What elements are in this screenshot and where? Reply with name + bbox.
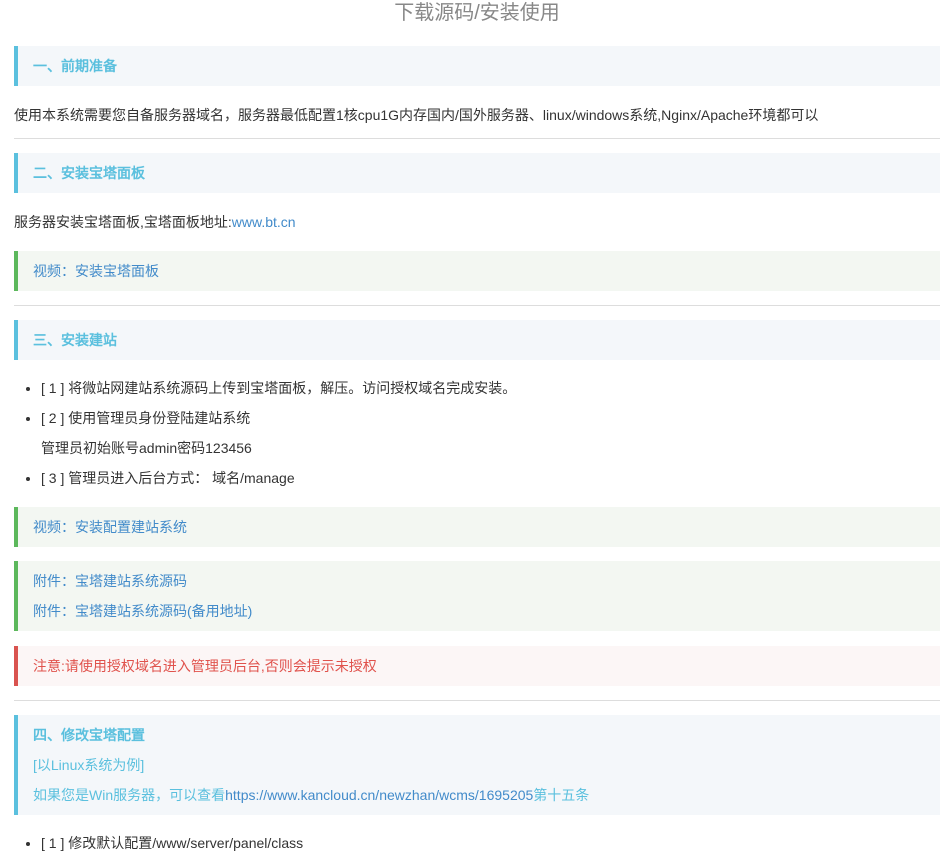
warning-box: 注意:请使用授权域名进入管理员后台,否则会提示未授权 bbox=[14, 646, 940, 686]
video-box: 视频：安装宝塔面板 bbox=[14, 251, 940, 291]
page-title: 下载源码/安装使用 bbox=[394, 2, 560, 24]
win-note: 如果您是Win服务器，可以查看https://www.kancloud.cn/n… bbox=[33, 780, 925, 810]
win-prefix: 如果您是Win服务器，可以查看 bbox=[33, 787, 226, 803]
bt-link[interactable]: www.bt.cn bbox=[232, 214, 296, 230]
section-heading-prep: 一、前期准备 bbox=[14, 46, 940, 86]
linux-note: [以Linux系统为例] bbox=[33, 757, 145, 773]
kancloud-link[interactable]: https://www.kancloud.cn/newzhan/wcms/169… bbox=[225, 787, 533, 803]
video-link-bt[interactable]: 视频：安装宝塔面板 bbox=[33, 263, 159, 279]
win-suffix: 第十五条 bbox=[533, 787, 590, 803]
admin-credentials: 管理员初始账号admin密码123456 bbox=[41, 440, 252, 456]
list-item: [ 1 ] 修改默认配置/www/server/panel/class bbox=[41, 828, 940, 858]
video-link-install[interactable]: 视频：安装配置建站系统 bbox=[33, 519, 187, 535]
video-box: 视频：安装配置建站系统 bbox=[14, 507, 940, 547]
attachment-link-backup[interactable]: 附件：宝塔建站系统源码(备用地址) bbox=[33, 603, 252, 619]
section-heading-install: 三、安装建站 bbox=[14, 320, 940, 360]
attachment-box: 附件：宝塔建站系统源码 附件：宝塔建站系统源码(备用地址) bbox=[14, 561, 940, 631]
prep-text: 使用本系统需要您自备服务器域名，服务器最低配置1核cpu1G内存国内/国外服务器… bbox=[14, 107, 819, 123]
bt-text: 服务器安装宝塔面板,宝塔面板地址:www.bt.cn bbox=[14, 207, 940, 237]
bt-label: 服务器安装宝塔面板,宝塔面板地址: bbox=[14, 214, 232, 230]
section-heading-config: 四、修改宝塔配置 bbox=[33, 727, 145, 743]
install-steps: [ 1 ] 将微站网建站系统源码上传到宝塔面板，解压。访问授权域名完成安装。 [… bbox=[14, 373, 940, 433]
list-item: [ 2 ] 使用管理员身份登陆建站系统 bbox=[41, 403, 940, 433]
attachment-link[interactable]: 附件：宝塔建站系统源码 bbox=[33, 573, 187, 589]
list-item: [ 3 ] 管理员进入后台方式： 域名/manage bbox=[41, 463, 940, 493]
section-config: 四、修改宝塔配置 [以Linux系统为例] 如果您是Win服务器，可以查看htt… bbox=[14, 715, 940, 815]
section-heading-bt: 二、安装宝塔面板 bbox=[14, 153, 940, 193]
list-item: [ 1 ] 将微站网建站系统源码上传到宝塔面板，解压。访问授权域名完成安装。 bbox=[41, 373, 940, 403]
